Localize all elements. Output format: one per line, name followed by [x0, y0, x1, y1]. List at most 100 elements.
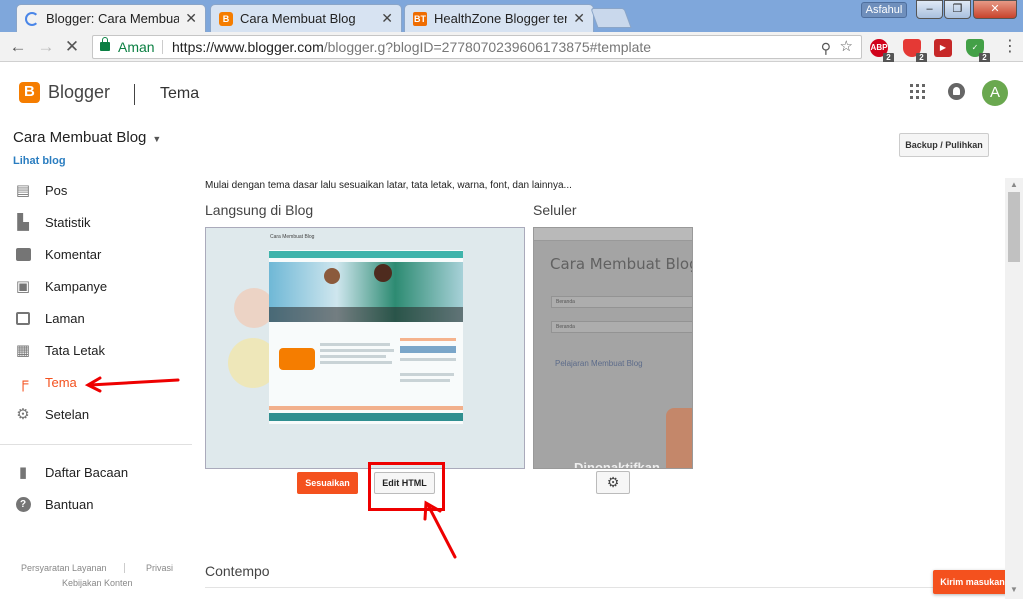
zoom-icon[interactable]: ⚲: [821, 37, 831, 59]
pages-icon: [15, 310, 31, 326]
sidebar-item-label: Statistik: [45, 214, 91, 230]
stop-loading-icon[interactable]: ✕: [62, 37, 82, 57]
browser-menu-icon[interactable]: ⋮: [1002, 38, 1018, 56]
preview-footer-accent: [269, 406, 463, 410]
preview-caption-band: [269, 307, 463, 322]
preview-blog-title: Cara Membuat Blog: [270, 234, 315, 240]
blogger-logo-icon[interactable]: [19, 82, 40, 103]
view-blog-link[interactable]: Lihat blog: [13, 155, 66, 167]
tab-title: Cara Membuat Blog: [240, 11, 356, 26]
stats-icon: ▙: [17, 214, 29, 231]
sidebar-item-posts[interactable]: ▤ Pos: [0, 177, 192, 203]
close-tab-icon[interactable]: ✕: [185, 10, 197, 27]
omnibox-separator: [162, 40, 163, 54]
address-bar[interactable]: Aman https://www.blogger.com/blogger.g?b…: [92, 35, 862, 59]
close-window-button[interactable]: ✕: [973, 0, 1017, 19]
mobile-theme-preview[interactable]: Cara Membuat Blog Beranda Beranda Pelaja…: [533, 227, 693, 469]
gear-icon: ⚙: [606, 474, 620, 490]
url-path: /blogger.g?blogID=2778070239606173875#te…: [323, 39, 652, 55]
browser-tab-strip: Blogger: Cara Membuat B ✕ B Cara Membuat…: [0, 0, 1023, 32]
mobile-settings-button[interactable]: ⚙: [596, 471, 630, 494]
brand-name[interactable]: Blogger: [48, 82, 110, 103]
check-extension-icon[interactable]: ✓ 2: [966, 39, 990, 63]
mobile-preview-field: Beranda: [551, 321, 692, 333]
backup-restore-button[interactable]: Backup / Pulihkan: [899, 133, 989, 157]
scroll-up-icon[interactable]: ▲: [1010, 180, 1018, 189]
media-extension-icon[interactable]: ▶: [934, 39, 952, 57]
mobile-preview-link: Pelajaran Membuat Blog: [555, 359, 643, 368]
caret-down-icon: ▼: [152, 134, 162, 144]
sidebar-item-label: Komentar: [45, 246, 102, 262]
intro-text: Mulai dengan tema dasar lalu sesuaikan l…: [205, 180, 572, 191]
tab-blog-preview[interactable]: B Cara Membuat Blog ✕: [210, 4, 402, 32]
theme-icon: ╒: [17, 373, 29, 391]
adblock-extension-icon[interactable]: ABP 2: [870, 39, 894, 63]
preview-nav-bar: [269, 251, 463, 258]
sidebar-item-reading-list[interactable]: ▮ Daftar Bacaan: [0, 459, 192, 485]
sidebar-item-campaigns[interactable]: ▣ Kampanye: [0, 273, 192, 299]
edit-html-highlight-box: [368, 462, 445, 511]
blog-selector[interactable]: Cara Membuat Blog ▼: [13, 129, 161, 146]
tab-title: Blogger: Cara Membuat B: [46, 11, 180, 26]
blogger-icon: B: [219, 11, 233, 26]
maximize-button[interactable]: ❐: [944, 0, 971, 19]
blog-name-label: Cara Membuat Blog: [13, 129, 147, 146]
minimize-button[interactable]: –: [916, 0, 943, 19]
sidebar-item-label: Kampanye: [45, 278, 108, 294]
back-icon[interactable]: ←: [8, 37, 28, 57]
page-title: Tema: [160, 85, 200, 102]
sidebar-item-label: Pos: [45, 182, 68, 198]
preview-photo-shape: [324, 268, 340, 284]
sidebar-item-stats[interactable]: ▙ Statistik: [0, 209, 192, 235]
layout-icon: ▦: [15, 342, 31, 359]
scrollbar-thumb[interactable]: [1008, 192, 1020, 262]
posts-icon: ▤: [15, 182, 31, 199]
content-policy-link[interactable]: Kebijakan Konten: [62, 578, 133, 588]
decor-shape: [234, 288, 274, 328]
sidebar-item-label: Laman: [45, 310, 85, 326]
mobile-preview-topbar: [534, 228, 692, 241]
url-text: https://www.blogger.com/blogger.g?blogID…: [172, 36, 651, 58]
bookmark-icon: ▮: [18, 464, 28, 481]
tab-blogger-dashboard[interactable]: Blogger: Cara Membuat B ✕: [16, 4, 206, 32]
send-feedback-button[interactable]: Kirim masukan: [933, 570, 1012, 594]
url-host: https://www.blogger.com: [172, 39, 324, 55]
preview-blogger-logo: [279, 348, 315, 370]
comment-icon: [15, 246, 31, 262]
contempo-section-label: Contempo: [205, 563, 270, 579]
scroll-down-icon[interactable]: ▼: [1010, 585, 1018, 594]
terms-link[interactable]: Persyaratan Layanan: [21, 563, 107, 573]
apps-grid-icon[interactable]: [910, 84, 925, 99]
sidebar-item-label: Bantuan: [45, 496, 94, 512]
bt-icon: BT: [413, 11, 427, 26]
sidebar-item-comments[interactable]: Komentar: [0, 241, 192, 267]
close-tab-icon[interactable]: ✕: [573, 10, 585, 27]
privacy-link[interactable]: Privasi: [146, 563, 173, 573]
sidebar-item-pages[interactable]: Laman: [0, 305, 192, 331]
help-icon: ?: [15, 496, 31, 512]
sidebar-item-settings[interactable]: ⚙ Setelan: [0, 401, 192, 427]
new-tab-button[interactable]: [590, 8, 632, 28]
avatar[interactable]: A: [982, 80, 1008, 106]
bookmark-star-icon[interactable]: ☆: [840, 36, 853, 58]
gear-icon: ⚙: [16, 406, 30, 423]
sidebar-item-label: Setelan: [45, 406, 90, 422]
preview-photo-shape: [374, 264, 392, 282]
profile-chip[interactable]: Asfahul: [861, 2, 907, 18]
sidebar-item-layout[interactable]: ▦ Tata Letak: [0, 337, 192, 363]
notifications-icon[interactable]: [948, 83, 965, 100]
page-scrollbar[interactable]: ▲ ▼: [1005, 178, 1023, 599]
customize-button[interactable]: Sesuaikan: [297, 472, 358, 494]
sidebar-item-help[interactable]: ? Bantuan: [0, 491, 192, 517]
sidebar-item-theme[interactable]: ╒ Tema: [0, 369, 192, 395]
main-content: Backup / Pulihkan Mulai dengan tema dasa…: [192, 124, 1023, 599]
close-tab-icon[interactable]: ✕: [381, 10, 393, 27]
mobile-preview-title: Cara Membuat Blog: [550, 255, 693, 273]
shield-extension-icon[interactable]: 2: [903, 39, 927, 63]
forward-icon[interactable]: →: [36, 37, 56, 57]
mobile-section-label: Seluler: [533, 202, 577, 218]
live-theme-preview[interactable]: Cara Membuat Blog: [205, 227, 525, 469]
mobile-disabled-label: Dinonaktifkan: [574, 460, 660, 469]
tab-healthzone[interactable]: BT HealthZone Blogger tem ✕: [404, 4, 594, 32]
tab-title: HealthZone Blogger tem: [434, 11, 568, 26]
